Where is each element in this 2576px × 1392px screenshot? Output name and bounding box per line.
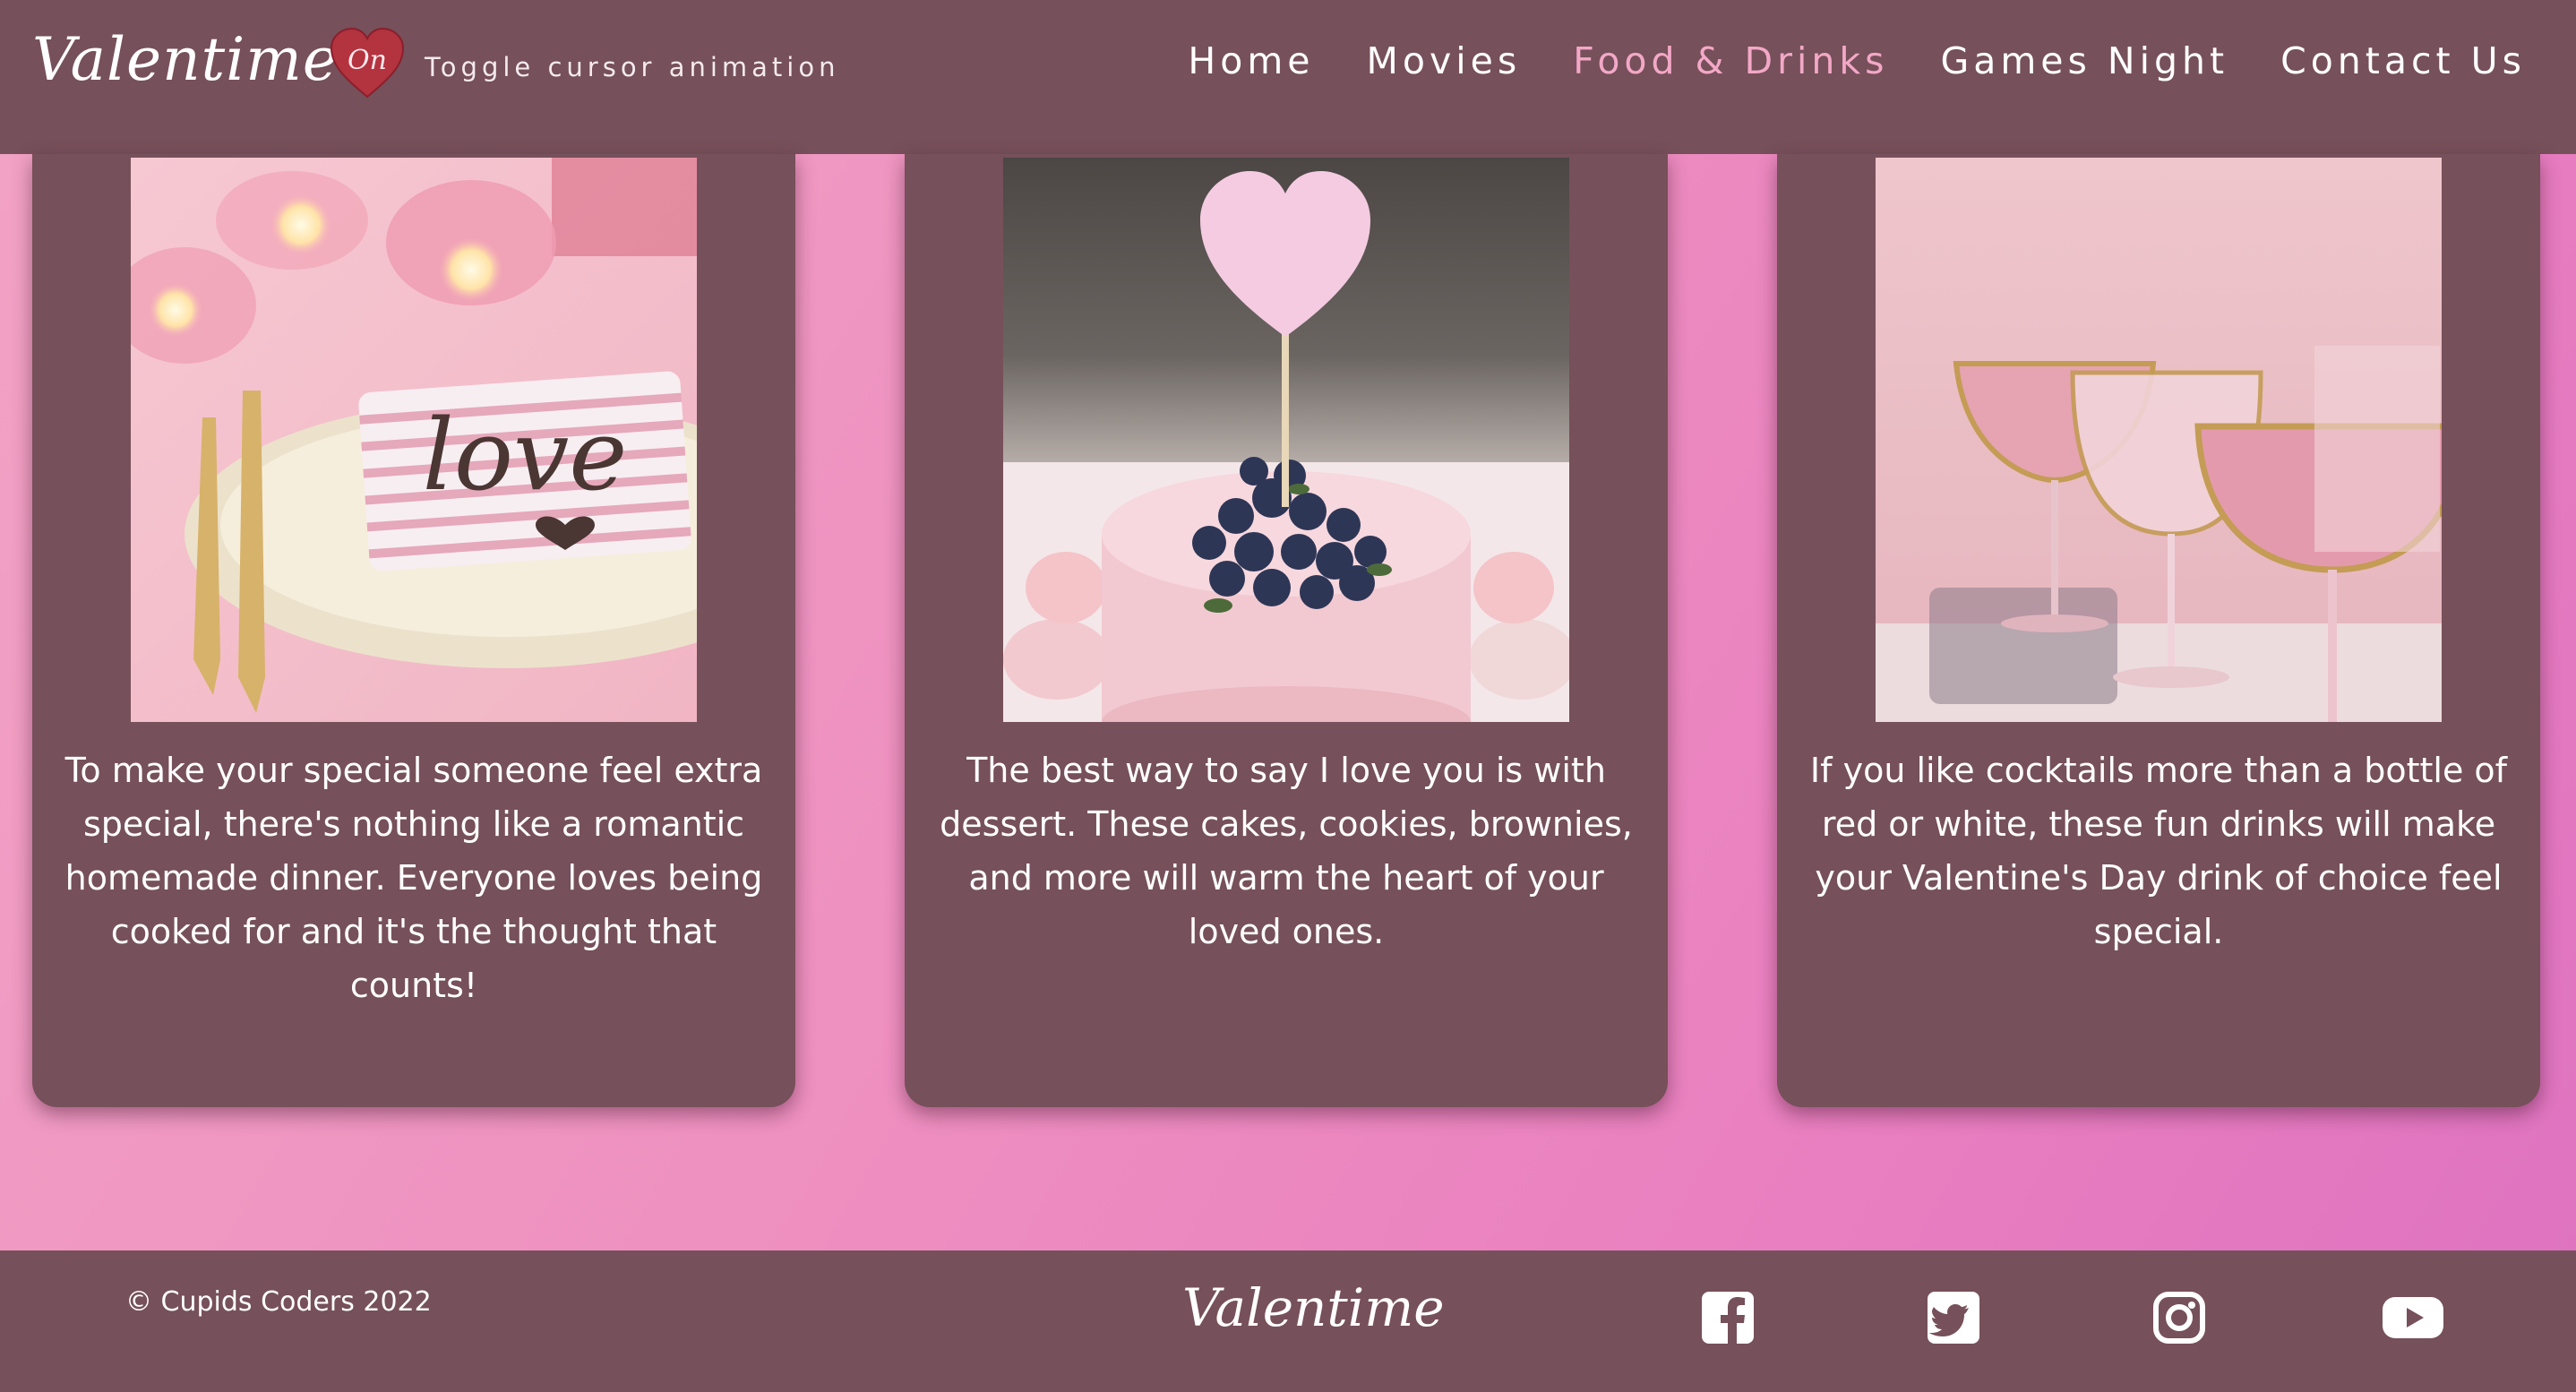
nav-home[interactable]: Home bbox=[1188, 39, 1314, 82]
cocktails-photo bbox=[1876, 158, 2442, 722]
toggle-cursor-label[interactable]: Toggle cursor animation bbox=[425, 52, 839, 82]
footer-logo[interactable]: Valentime bbox=[1182, 1277, 1445, 1338]
plate-love-text: love bbox=[423, 398, 628, 512]
youtube-icon[interactable] bbox=[2381, 1290, 2445, 1345]
cursor-animation-toggle[interactable]: On bbox=[330, 27, 405, 100]
card-cocktails: If you like cocktails more than a bottle… bbox=[1777, 154, 2540, 1107]
card-cocktails-text: If you like cocktails more than a bottle… bbox=[1809, 751, 2508, 951]
site-header: Valentime On Toggle cursor animation Hom… bbox=[0, 0, 2576, 154]
card-dessert: The best way to say I love you is with d… bbox=[905, 154, 1668, 1107]
dinner-photo: love bbox=[131, 158, 697, 722]
nav-food-drinks[interactable]: Food & Drinks bbox=[1573, 39, 1888, 82]
instagram-icon[interactable] bbox=[2151, 1290, 2207, 1345]
site-footer: © Cupids Coders 2022 Valentime bbox=[0, 1250, 2576, 1392]
card-dinner-text: To make your special someone feel extra … bbox=[64, 751, 763, 1005]
dessert-photo bbox=[1003, 158, 1569, 722]
site-logo[interactable]: Valentime bbox=[32, 25, 339, 94]
nav-contact-us[interactable]: Contact Us bbox=[2280, 39, 2526, 82]
nav-games-night[interactable]: Games Night bbox=[1940, 39, 2228, 82]
facebook-icon[interactable] bbox=[1700, 1290, 1756, 1345]
twitter-icon[interactable] bbox=[1926, 1290, 1981, 1345]
main-nav: Home Movies Food & Drinks Games Night Co… bbox=[1188, 39, 2526, 82]
toggle-state-label: On bbox=[348, 45, 387, 76]
card-dessert-text: The best way to say I love you is with d… bbox=[940, 751, 1633, 951]
card-dinner: love To make your special someone feel e… bbox=[32, 154, 795, 1107]
copyright-text: © Cupids Coders 2022 bbox=[125, 1286, 432, 1318]
nav-movies[interactable]: Movies bbox=[1367, 39, 1522, 82]
